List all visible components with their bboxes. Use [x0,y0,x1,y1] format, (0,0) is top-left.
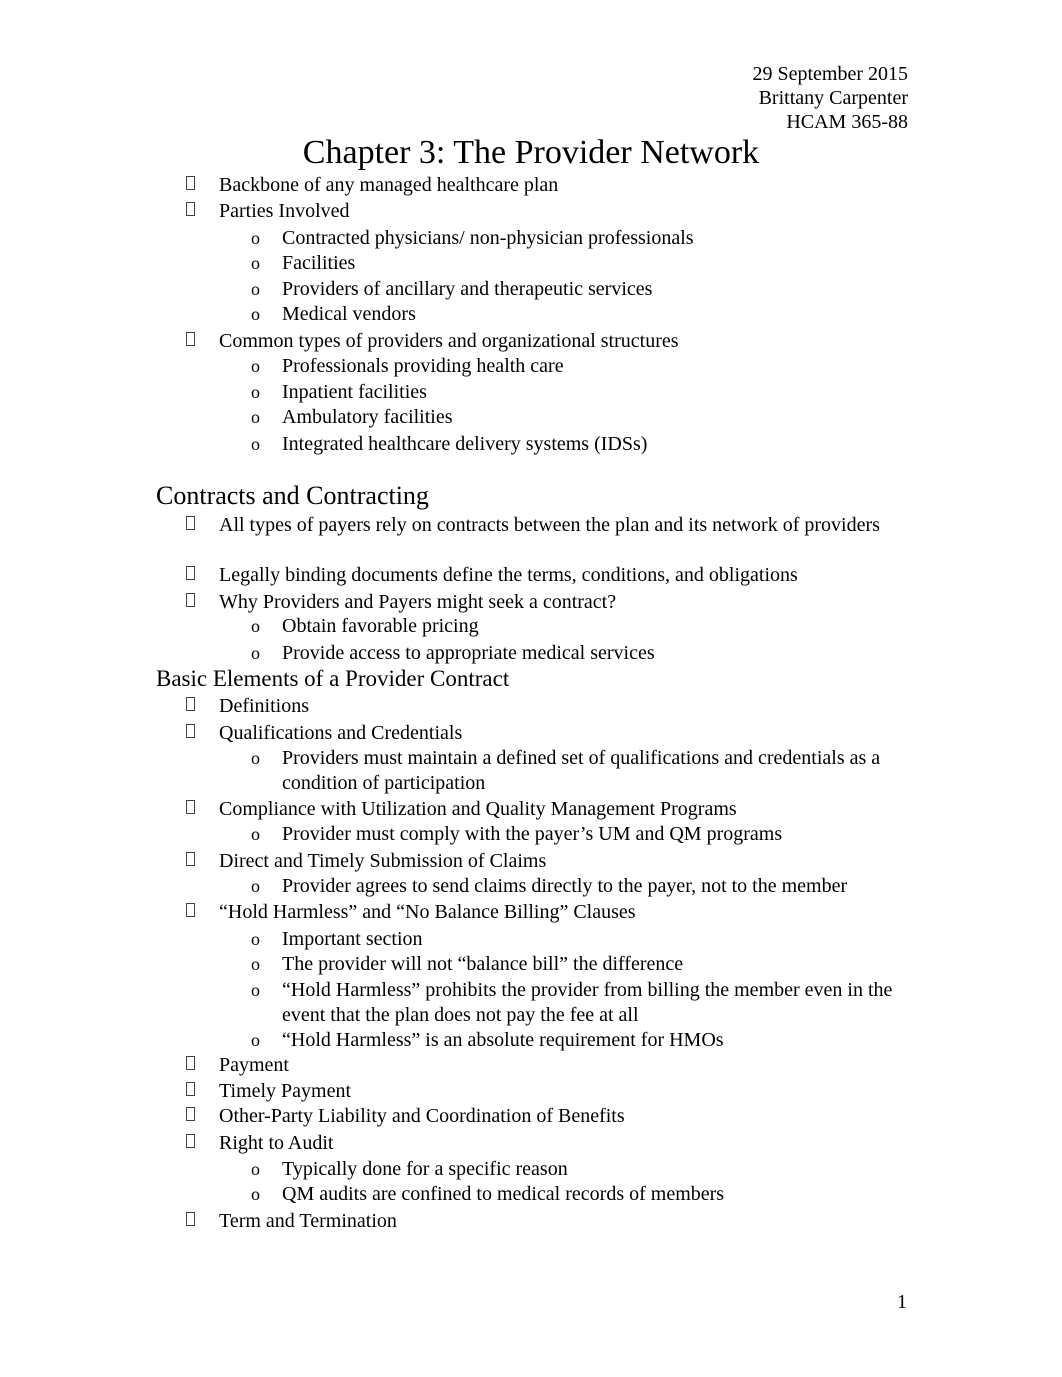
bullet-icon [186,1209,195,1234]
sub-list-item: Integrated healthcare delivery systems (… [282,433,648,455]
sub-bullet-icon: o [251,616,260,636]
missing-glyph-icon [186,1056,195,1070]
sub-bullet-icon: o [251,929,260,949]
sub-bullet-icon: o [251,980,260,1000]
sub-bullet-icon: o [251,279,260,299]
sub-bullet-icon: o [251,228,260,248]
bullet-icon [186,590,195,615]
sub-list-item: Obtain favorable pricing [282,615,479,637]
section-heading: Basic Elements of a Provider Contract [156,666,510,691]
missing-glyph-icon [186,176,195,190]
page-title: Chapter 3: The Provider Network [302,134,760,171]
sub-bullet-icon: o [251,876,260,896]
missing-glyph-icon [186,800,195,814]
missing-glyph-icon [186,852,195,866]
sub-list-item: Providers of ancillary and therapeutic s… [282,278,653,300]
list-item: Term and Termination [219,1210,397,1232]
list-item: Common types of providers and organizati… [219,330,679,352]
sub-bullet-icon: o [251,643,260,663]
list-item: Backbone of any managed healthcare plan [219,174,559,196]
list-item: Qualifications and Credentials [219,722,463,744]
sub-bullet-icon: o [251,382,260,402]
sub-list-item: Provider agrees to send claims directly … [282,875,848,897]
missing-glyph-icon [186,903,195,917]
missing-glyph-icon [186,1107,195,1121]
sub-bullet-icon: o [251,434,260,454]
header-author: Brittany Carpenter [758,87,908,109]
missing-glyph-icon [186,1134,195,1148]
list-item: Timely Payment [219,1080,352,1102]
header-date: 29 September 2015 [752,63,908,85]
sub-bullet-icon: o [251,304,260,324]
missing-glyph-icon [186,697,195,711]
missing-glyph-icon [186,566,195,580]
missing-glyph-icon [186,1082,195,1096]
bullet-icon [186,199,195,224]
header-course: HCAM 365-88 [786,111,908,133]
list-item: Payment [219,1054,289,1076]
sub-bullet-icon: o [251,954,260,974]
bullet-icon [186,849,195,874]
sub-bullet-icon: o [251,748,260,768]
sub-list-item: Inpatient facilities [282,381,427,403]
list-item: Parties Involved [219,200,350,222]
sub-list-item: Provider must comply with the payer’s UM… [282,823,783,845]
list-item: Right to Audit [219,1132,334,1154]
list-item: Legally binding documents define the ter… [219,564,798,586]
missing-glyph-icon [186,1212,195,1226]
list-item: All types of payers rely on contracts be… [219,514,880,536]
sub-list-item: Important section [282,928,423,950]
sub-list-item: The provider will not “balance bill” the… [282,953,684,975]
sub-list-item: Medical vendors [282,303,416,325]
sub-bullet-icon: o [251,253,260,273]
sub-list-item: Facilities [282,252,356,274]
bullet-icon [186,1131,195,1156]
bullet-icon [186,900,195,925]
bullet-icon [186,797,195,822]
bullet-icon [186,1104,195,1129]
bullet-icon [186,173,195,198]
list-item: Compliance with Utilization and Quality … [219,798,737,820]
bullet-icon [186,1053,195,1078]
bullet-icon [186,329,195,354]
sub-list-item: “Hold Harmless” prohibits the provider f… [282,979,893,1026]
missing-glyph-icon [186,202,195,216]
sub-bullet-icon: o [251,356,260,376]
sub-list-item: “Hold Harmless” is an absolute requireme… [282,1029,724,1051]
list-item: “Hold Harmless” and “No Balance Billing”… [219,901,636,923]
sub-bullet-icon: o [251,824,260,844]
list-item: Why Providers and Payers might seek a co… [219,591,617,613]
sub-list-item: Professionals providing health care [282,355,564,377]
list-item: Direct and Timely Submission of Claims [219,850,547,872]
bullet-icon [186,1079,195,1104]
missing-glyph-icon [186,516,195,530]
bullet-icon [186,721,195,746]
bullet-icon [186,694,195,719]
sub-list-item: Ambulatory facilities [282,406,453,428]
sub-bullet-icon: o [251,1030,260,1050]
sub-bullet-icon: o [251,1159,260,1179]
list-item: Definitions [219,695,309,717]
sub-list-item: Typically done for a specific reason [282,1158,568,1180]
bullet-icon [186,563,195,588]
missing-glyph-icon [186,724,195,738]
sub-list-item: Contracted physicians/ non-physician pro… [282,227,694,249]
sub-list-item: Providers must maintain a defined set of… [282,747,881,794]
sub-list-item: QM audits are confined to medical record… [282,1183,725,1205]
section-heading: Contracts and Contracting [156,481,429,510]
page-number: 1 [897,1291,907,1313]
sub-bullet-icon: o [251,1184,260,1204]
missing-glyph-icon [186,332,195,346]
document-page: 29 September 2015 Brittany Carpenter HCA… [0,0,1062,1377]
sub-list-item: Provide access to appropriate medical se… [282,642,655,664]
sub-bullet-icon: o [251,407,260,427]
list-item: Other-Party Liability and Coordination o… [219,1105,625,1127]
missing-glyph-icon [186,593,195,607]
bullet-icon [186,513,195,538]
